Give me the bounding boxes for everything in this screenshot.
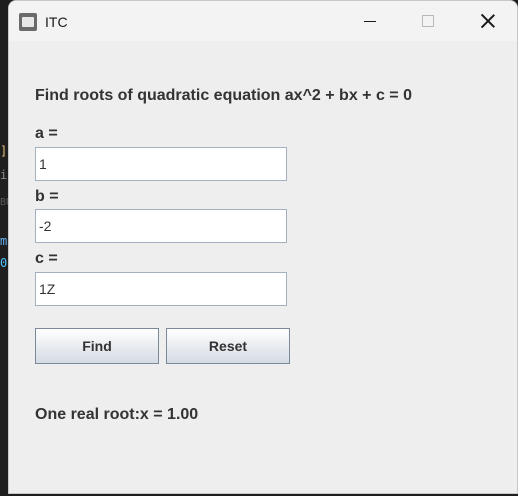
- close-icon: [480, 13, 496, 29]
- maximize-button[interactable]: [399, 1, 457, 41]
- find-button[interactable]: Find: [35, 328, 159, 364]
- background-editor-fragment: ]: [0, 144, 8, 158]
- equation-heading: Find roots of quadratic equation ax^2 + …: [35, 87, 412, 104]
- title-bar[interactable]: ITC: [9, 1, 517, 41]
- close-button[interactable]: [459, 1, 517, 41]
- background-editor-fragment: m: [0, 234, 8, 248]
- b-coefficient-input[interactable]: [35, 209, 287, 243]
- c-coefficient-input[interactable]: [35, 272, 287, 306]
- b-label: b =: [35, 188, 59, 205]
- minimize-button[interactable]: [341, 1, 399, 41]
- a-label: a =: [35, 125, 58, 142]
- minimize-icon: [364, 20, 376, 22]
- form-panel: Find roots of quadratic equation ax^2 + …: [9, 41, 517, 493]
- java-app-icon: [19, 13, 37, 31]
- c-label: c =: [35, 250, 58, 267]
- reset-button[interactable]: Reset: [166, 328, 290, 364]
- background-editor-fragment: i: [0, 168, 8, 182]
- a-coefficient-input[interactable]: [35, 147, 287, 181]
- maximize-icon: [422, 15, 434, 27]
- app-window: ITC Find roots of quadratic equation ax^…: [8, 0, 518, 494]
- window-title: ITC: [45, 14, 68, 30]
- result-label: One real root:x = 1.00: [35, 406, 199, 423]
